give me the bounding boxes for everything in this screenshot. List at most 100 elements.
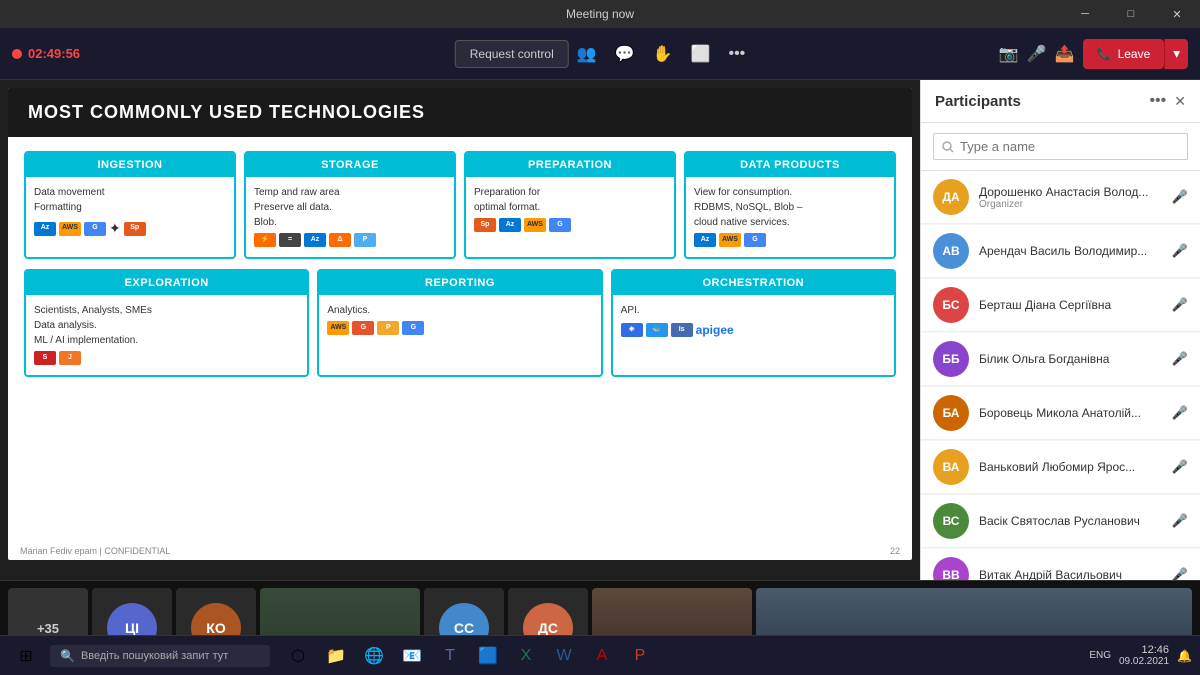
search-bar: [921, 123, 1200, 171]
gcp-icon-rep: G: [402, 321, 424, 335]
taskbar-app-teams2[interactable]: 🟦: [470, 638, 506, 674]
jupyter-icon: J: [59, 351, 81, 365]
window-title: Meeting now: [566, 7, 634, 21]
participant-info: Васік Святослав Русланович: [979, 514, 1162, 528]
participant-mic-icon: 🎤: [1172, 189, 1188, 205]
taskbar-search-text: Введіть пошуковий запит тут: [81, 650, 228, 662]
aws-icon-rep: AWS: [327, 321, 349, 335]
participant-item: БС Берташ Діана Сергіївна 🎤: [921, 279, 1200, 332]
leave-dropdown-button[interactable]: ▾: [1164, 39, 1188, 69]
participant-mic-icon: 🎤: [1172, 567, 1188, 580]
azure-icon-dp: Az: [694, 233, 716, 247]
leave-button[interactable]: 📞 Leave: [1083, 39, 1165, 69]
ingestion-icons: Az AWS G ✦ Sp: [34, 218, 226, 239]
azure-icon-storage: Az: [304, 233, 326, 247]
exp-icons: S J: [34, 351, 299, 365]
participant-name: Витак Андрій Васильович: [979, 568, 1162, 580]
participant-mic-icon: 🎤: [1172, 459, 1188, 475]
azure-icon: Az: [34, 222, 56, 236]
slide-title: MOST COMMONLY USED TECHNOLOGIES: [8, 88, 912, 137]
istio-icon: Is: [671, 323, 693, 337]
recording-dot: [12, 49, 22, 59]
request-control-button[interactable]: Request control: [455, 40, 569, 68]
participant-mic-icon: 🎤: [1172, 405, 1188, 421]
participant-search-input[interactable]: [960, 139, 1179, 154]
share-screen-icon[interactable]: ⬜: [691, 44, 711, 64]
language-indicator: ENG: [1089, 650, 1111, 661]
slide-footer: Marian Fediv epam | CONFIDENTIAL 22: [20, 546, 900, 556]
gcp-icon: G: [84, 222, 106, 236]
participant-info: Витак Андрій Васильович: [979, 568, 1162, 580]
teams-toolbar: 02:49:56 Request control 👥 💬 ✋ ⬜ ••• 📷 🎤…: [0, 28, 1200, 80]
airflow-icon: ✦: [109, 218, 121, 239]
window-controls: ─ □ ✕: [1062, 0, 1200, 28]
participant-item: ДА Дорошенко Анастасія Волод... Organize…: [921, 171, 1200, 224]
databricks-icon: ⚡: [254, 233, 276, 247]
powerbi-icon: P: [377, 321, 399, 335]
taskbar-app-acrobat[interactable]: A: [584, 638, 620, 674]
participant-role: Organizer: [979, 199, 1162, 210]
search-box: [933, 133, 1188, 160]
camera-button[interactable]: 📷: [999, 44, 1019, 64]
rep-icons: AWS G P G: [327, 321, 592, 335]
taskbar-right: ENG 12:46 09.02.2021 🔔: [1089, 644, 1192, 667]
slide-grid-bottom: EXPLORATION Scientists, Analysts, SMEsDa…: [24, 269, 896, 377]
participant-name: Арендач Василь Володимир...: [979, 244, 1162, 258]
windows-start-button[interactable]: ⊞: [8, 638, 44, 674]
taskbar-app-word[interactable]: W: [546, 638, 582, 674]
panel-more-button[interactable]: •••: [1149, 92, 1166, 110]
maximize-button[interactable]: □: [1108, 0, 1154, 28]
notification-icon[interactable]: 🔔: [1177, 649, 1192, 663]
spark-icon-prep: Sp: [474, 218, 496, 232]
participant-avatar: ВА: [933, 449, 969, 485]
participant-item: ВС Васік Святослав Русланович 🎤: [921, 495, 1200, 548]
meeting-timer: 02:49:56: [12, 46, 80, 61]
close-button[interactable]: ✕: [1154, 0, 1200, 28]
more-options-icon[interactable]: •••: [728, 45, 745, 63]
parquet-icon: P: [354, 233, 376, 247]
main-content-area: MOST COMMONLY USED TECHNOLOGIES INGESTIO…: [0, 80, 920, 580]
raise-hand-icon[interactable]: ✋: [653, 44, 673, 64]
participant-avatar: БА: [933, 395, 969, 431]
minimize-button[interactable]: ─: [1062, 0, 1108, 28]
participant-name: Ваньковий Любомир Ярос...: [979, 460, 1162, 474]
participant-mic-icon: 🎤: [1172, 243, 1188, 259]
taskbar-search-icon: 🔍: [60, 649, 75, 663]
taskbar-app-cortana[interactable]: ⬡: [280, 638, 316, 674]
chat-icon[interactable]: 💬: [615, 44, 635, 64]
participant-info: Берташ Діана Сергіївна: [979, 298, 1162, 312]
participant-avatar: ВВ: [933, 557, 969, 580]
delta-icon: Δ: [329, 233, 351, 247]
taskbar-app-powerpoint[interactable]: P: [622, 638, 658, 674]
slide-container: MOST COMMONLY USED TECHNOLOGIES INGESTIO…: [8, 88, 912, 560]
sagemaker-icon: S: [34, 351, 56, 365]
exploration-box: EXPLORATION Scientists, Analysts, SMEsDa…: [24, 269, 309, 377]
participants-panel: Participants ••• ✕ ДА Дорошенко Анастасі…: [920, 80, 1200, 580]
share-button[interactable]: 📤: [1055, 44, 1075, 64]
grafana-icon: G: [352, 321, 374, 335]
taskbar-app-explorer[interactable]: 📁: [318, 638, 354, 674]
prep-icons: Sp Az AWS G: [474, 218, 666, 232]
participant-item: АВ Арендач Василь Володимир... 🎤: [921, 225, 1200, 278]
participant-info: Ваньковий Любомир Ярос...: [979, 460, 1162, 474]
participant-mic-icon: 🎤: [1172, 513, 1188, 529]
participants-icon[interactable]: 👥: [577, 44, 597, 64]
docker-icon: 🐳: [646, 323, 668, 337]
taskbar-app-edge[interactable]: 🌐: [356, 638, 392, 674]
participant-name: Берташ Діана Сергіївна: [979, 298, 1162, 312]
participant-avatar: АВ: [933, 233, 969, 269]
storage-box: STORAGE Temp and raw areaPreserve all da…: [244, 151, 456, 259]
search-icon: [942, 141, 954, 153]
panel-close-button[interactable]: ✕: [1174, 93, 1186, 110]
gcp-icon-dp: G: [744, 233, 766, 247]
taskbar-app-teams[interactable]: T: [432, 638, 468, 674]
participant-info: Боровець Микола Анатолій...: [979, 406, 1162, 420]
participant-name: Боровець Микола Анатолій...: [979, 406, 1162, 420]
equals-icon: =: [279, 233, 301, 247]
taskbar: ⊞ 🔍 Введіть пошуковий запит тут ⬡ 📁 🌐 📧 …: [0, 635, 1200, 675]
microphone-button[interactable]: 🎤: [1027, 44, 1047, 64]
taskbar-app-mail[interactable]: 📧: [394, 638, 430, 674]
taskbar-search[interactable]: 🔍 Введіть пошуковий запит тут: [50, 645, 270, 667]
taskbar-app-excel[interactable]: X: [508, 638, 544, 674]
participant-mic-icon: 🎤: [1172, 351, 1188, 367]
